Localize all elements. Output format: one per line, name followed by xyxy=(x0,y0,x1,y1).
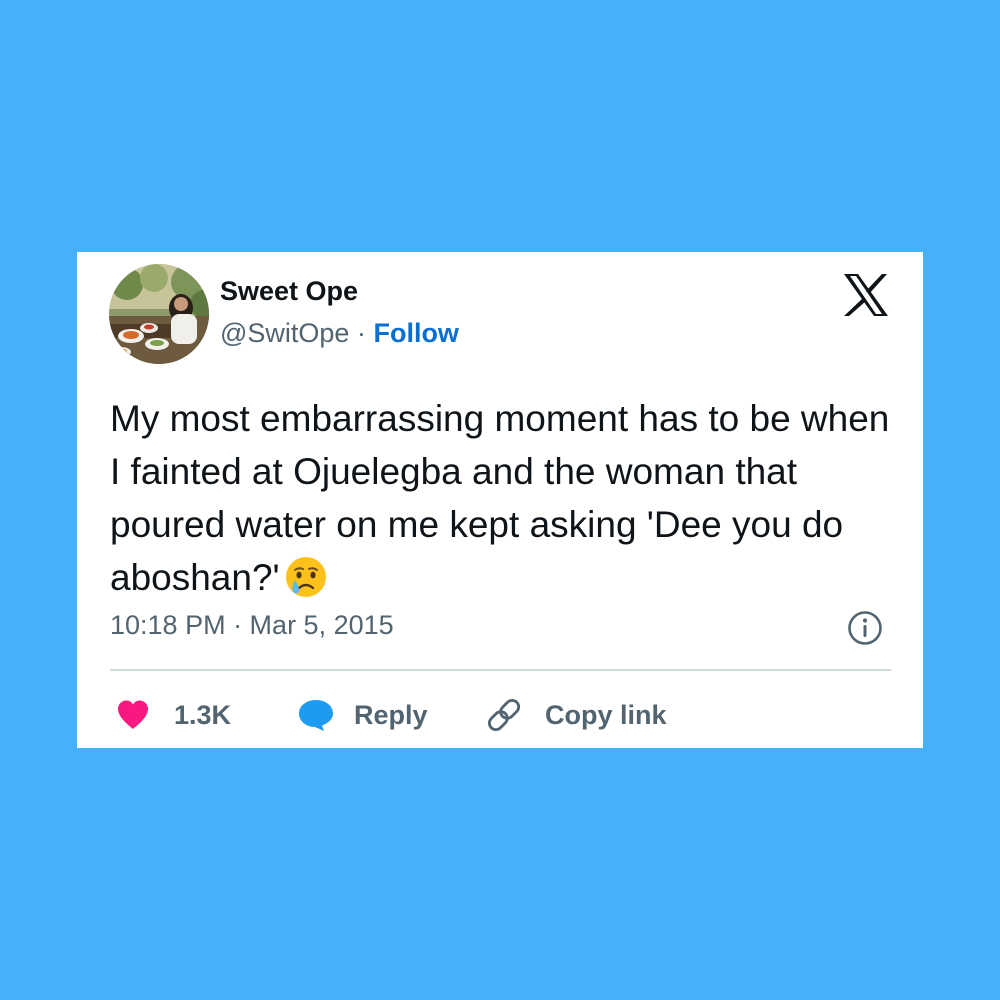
avatar[interactable] xyxy=(109,264,209,364)
info-icon[interactable] xyxy=(847,610,883,646)
author-handle-line: @SwitOpe · Follow xyxy=(220,318,459,349)
handle-separator: · xyxy=(349,318,374,348)
speech-bubble-icon xyxy=(299,700,333,731)
copy-link-button[interactable]: Copy link xyxy=(485,690,667,740)
heart-icon xyxy=(118,700,148,729)
author-handle[interactable]: @SwitOpe xyxy=(220,318,349,348)
follow-button[interactable]: Follow xyxy=(373,318,458,348)
copy-link-label: Copy link xyxy=(545,699,667,730)
link-icon xyxy=(487,698,521,732)
like-button[interactable]: 1.3K xyxy=(116,690,231,740)
divider xyxy=(110,669,891,671)
tweet-text-block: My most embarrassing moment has to be wh… xyxy=(110,392,900,604)
crying-face-emoji xyxy=(285,557,326,597)
tweet-timestamp[interactable]: 10:18 PM · Mar 5, 2015 xyxy=(110,610,394,641)
author-display-name[interactable]: Sweet Ope xyxy=(220,276,358,307)
tweet-text: My most embarrassing moment has to be wh… xyxy=(110,398,890,598)
reply-label: Reply xyxy=(354,699,428,730)
like-count: 1.3K xyxy=(174,699,232,730)
tweet-card: Sweet Ope @SwitOpe · Follow My most emba… xyxy=(77,252,923,748)
x-logo-icon[interactable] xyxy=(841,272,891,318)
reply-button[interactable]: Reply xyxy=(296,690,428,740)
